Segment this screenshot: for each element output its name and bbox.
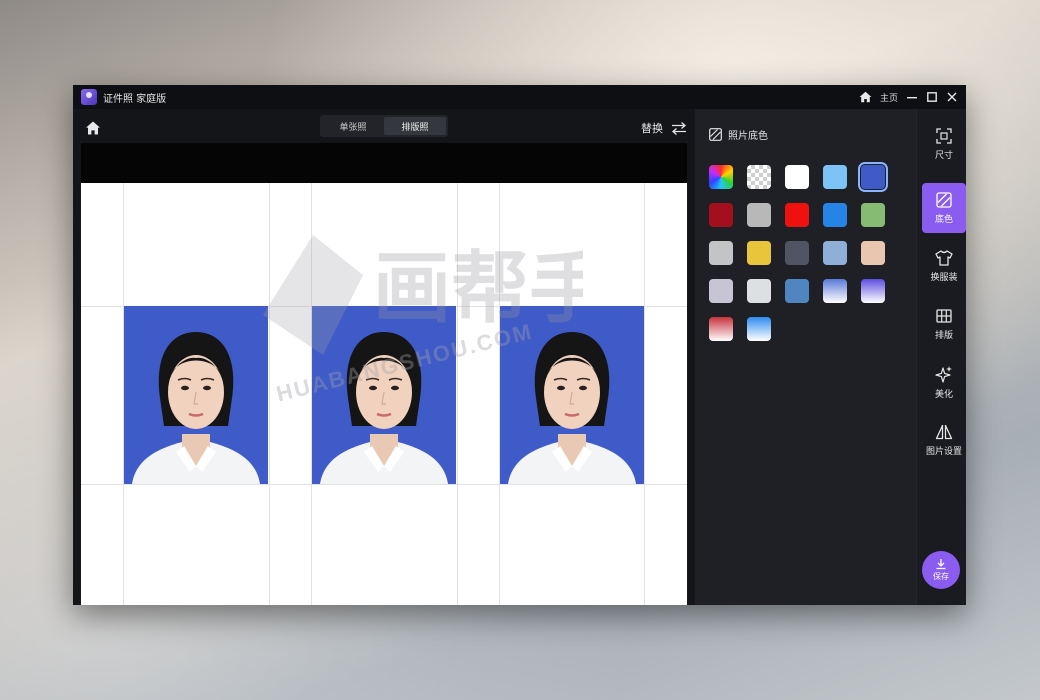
print-sheet[interactable] [81, 183, 687, 605]
cut-line [269, 183, 270, 605]
color-swatch-gray[interactable] [747, 203, 771, 227]
panel-title: 照片底色 [728, 131, 768, 142]
color-swatch-rainbow[interactable] [709, 165, 733, 189]
close-icon[interactable] [946, 91, 958, 103]
color-swatch-slate[interactable] [785, 241, 809, 265]
color-swatch-transparent[interactable] [747, 165, 771, 189]
nav-label: 美化 [934, 389, 953, 400]
app-window: 证件照 家庭版 主页 单张照 排版照 替换 照片底色 尺寸 底色 换服装 排版 … [73, 85, 966, 605]
swatch-grid [709, 162, 899, 341]
color-swatch-green[interactable] [861, 203, 885, 227]
background-color-panel: 照片底色 [695, 109, 916, 605]
canvas-toolbar: 单张照 排版照 替换 [73, 109, 695, 147]
nav-item-layout[interactable]: 排版 [922, 299, 966, 349]
color-swatch-pale-gray[interactable] [747, 279, 771, 303]
replace-button[interactable]: 替换 [641, 120, 687, 136]
replace-label: 替换 [641, 122, 663, 135]
save-label: 保存 [933, 572, 949, 581]
hatch-square-icon [709, 128, 722, 141]
color-swatch-steel-blue[interactable] [785, 279, 809, 303]
cut-line [457, 183, 458, 605]
nav-item-change-clothes[interactable]: 换服装 [922, 241, 966, 291]
hatch-square-icon [936, 191, 952, 208]
save-button[interactable]: 保存 [922, 551, 960, 589]
nav-item-beautify[interactable]: 美化 [922, 357, 966, 407]
portrait-image [132, 332, 260, 484]
color-swatch-lavender-gray[interactable] [709, 279, 733, 303]
cut-line [81, 484, 687, 485]
color-swatch-azure-white-gradient[interactable] [747, 317, 771, 341]
nav-item-image-settings[interactable]: 图片设置 [922, 415, 966, 465]
home-icon[interactable] [859, 91, 872, 103]
mirror-flip-icon [935, 424, 953, 439]
color-swatch-yellow[interactable] [747, 241, 771, 265]
crop-frame-icon [936, 127, 952, 144]
color-swatch-dark-red[interactable] [709, 203, 733, 227]
home-icon[interactable] [85, 120, 101, 136]
maximize-icon[interactable] [926, 91, 938, 103]
tab-single-photo[interactable]: 单张照 [322, 117, 384, 135]
color-swatch-indigo-white-gradient[interactable] [861, 279, 885, 303]
nav-item-size[interactable]: 尺寸 [922, 119, 966, 169]
download-icon [936, 559, 946, 570]
cut-line [644, 183, 645, 605]
minimize-icon[interactable] [906, 91, 918, 103]
nav-label: 排版 [934, 330, 953, 341]
color-swatch-blue[interactable] [858, 162, 888, 192]
id-photo[interactable] [312, 306, 456, 484]
app-title: 证件照 家庭版 [103, 93, 167, 105]
right-toolbar: 尺寸 底色 换服装 排版 美化 图片设置 保存 [916, 109, 966, 605]
color-swatch-red-white-gradient[interactable] [709, 317, 733, 341]
home-label[interactable]: 主页 [880, 91, 898, 104]
color-swatch-peach[interactable] [861, 241, 885, 265]
swap-arrows-icon [672, 121, 686, 135]
nav-label: 底色 [934, 214, 953, 225]
color-swatch-light-gray[interactable] [709, 241, 733, 265]
mode-switch: 单张照 排版照 [320, 115, 448, 137]
title-bar: 证件照 家庭版 主页 [73, 85, 966, 109]
color-swatch-red[interactable] [785, 203, 809, 227]
color-swatch-sky-blue[interactable] [823, 203, 847, 227]
color-swatch-light-blue[interactable] [823, 165, 847, 189]
color-swatch-white[interactable] [785, 165, 809, 189]
app-logo-icon [81, 89, 97, 105]
portrait-image [320, 332, 448, 484]
id-photo[interactable] [124, 306, 268, 484]
nav-label: 换服装 [930, 272, 958, 283]
sparkle-icon [935, 365, 952, 383]
shirt-icon [935, 249, 953, 266]
nav-label: 图片设置 [925, 446, 962, 457]
nav-label: 尺寸 [934, 150, 953, 161]
nav-item-background-color[interactable]: 底色 [922, 183, 966, 233]
color-swatch-powder-blue[interactable] [823, 241, 847, 265]
panel-header: 照片底色 [709, 127, 768, 142]
tab-layout-photo[interactable]: 排版照 [384, 117, 446, 135]
color-swatch-blue-white-gradient[interactable] [823, 279, 847, 303]
grid-layout-icon [936, 308, 952, 323]
